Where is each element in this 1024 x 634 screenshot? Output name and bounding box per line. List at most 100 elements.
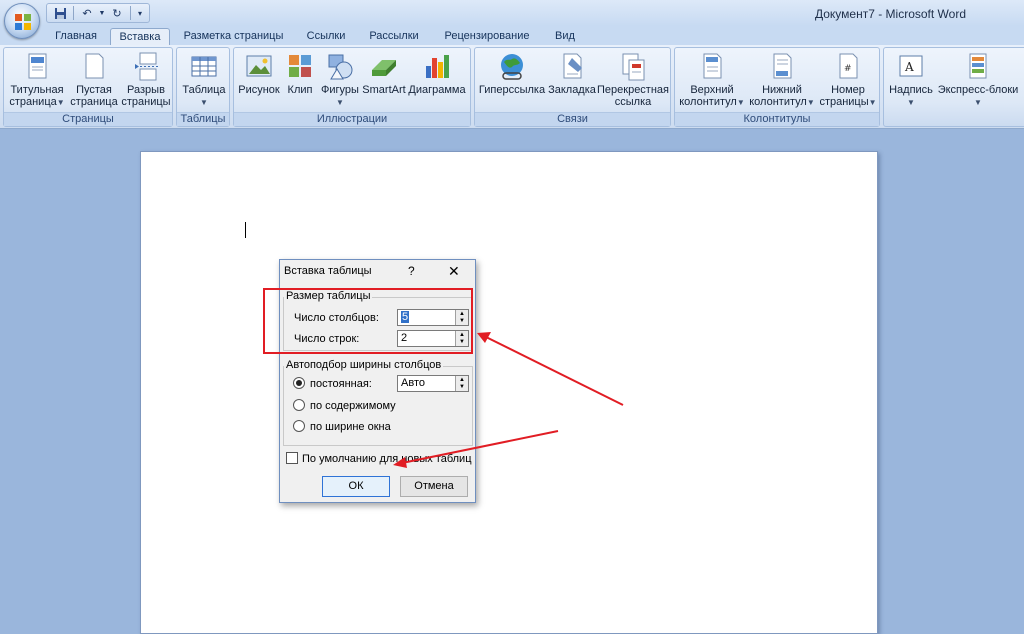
autofit-content-radio[interactable] [293, 399, 305, 411]
blank-page-icon [85, 53, 104, 79]
chart-button[interactable]: Диаграмма [406, 52, 468, 96]
chart-icon [426, 55, 449, 78]
fixed-width-spinbox[interactable]: Авто ▲ ▼ [397, 375, 469, 392]
dropdown-arrow-icon: ▼ [907, 98, 915, 107]
dropdown-arrow-icon: ▼ [336, 98, 344, 107]
header-icon [703, 53, 722, 79]
fixed-width-radio[interactable] [293, 377, 305, 389]
page-number-icon: # [839, 53, 858, 79]
dropdown-arrow-icon: ▼ [56, 98, 65, 107]
group-header-footer-label: Колонтитулы [675, 112, 879, 126]
close-icon[interactable]: ✕ [448, 263, 460, 280]
footer-icon [773, 53, 792, 79]
spin-down-icon[interactable]: ▼ [459, 384, 465, 390]
smartart-icon [372, 60, 396, 76]
default-for-new-tables-checkbox[interactable] [286, 452, 298, 464]
cross-reference-icon [622, 53, 645, 81]
cover-page-icon [28, 53, 47, 79]
ok-button[interactable]: ОК [322, 476, 390, 497]
ribbon: Титульная страница▼ Пустая страница Разр… [0, 45, 1024, 129]
autofit-window-label: по ширине окна [310, 421, 391, 433]
window-title: Документ7 - Microsoft Word [814, 7, 966, 21]
svg-text:A: A [904, 60, 914, 74]
blank-page-label-2: страница [70, 96, 118, 108]
cover-page-label-1: Титульная [10, 84, 64, 96]
page-break-button[interactable]: Разрыв страницы [120, 52, 172, 108]
table-button[interactable]: Таблица ▼ [179, 52, 229, 109]
fixed-width-label: постоянная: [310, 378, 372, 390]
clip-button[interactable]: Клип [282, 52, 318, 96]
hyperlink-button[interactable]: Гиперссылка [477, 52, 547, 96]
page-break-label-2: страницы [121, 96, 171, 108]
page-number-label-1: Номер [831, 84, 865, 96]
footer-label-2: колонтитул [749, 96, 807, 108]
picture-label: Рисунок [238, 84, 280, 96]
text-box-label: Надпись [889, 84, 933, 96]
group-tables-label: Таблицы [177, 112, 229, 126]
text-box-icon: A [899, 55, 923, 77]
clip-label: Клип [287, 84, 313, 96]
group-illustrations-label: Иллюстрации [234, 112, 470, 126]
picture-button[interactable]: Рисунок [236, 52, 282, 96]
text-box-button[interactable]: A Надпись ▼ [886, 52, 936, 109]
office-button[interactable] [4, 3, 40, 39]
shapes-icon [328, 54, 353, 80]
quick-parts-icon [969, 53, 987, 79]
dialog-title: Вставка таблицы [284, 265, 372, 277]
page-break-label-1: Разрыв [127, 84, 165, 96]
spin-up-icon[interactable]: ▲ [459, 377, 465, 383]
default-for-new-tables-label: По умолчанию для новых таблиц [302, 453, 472, 465]
title-bar: ↶ ▼ ↻ ▾ Документ7 - Microsoft Word [0, 0, 1024, 39]
footer-label-1: Нижний [762, 84, 802, 96]
header-label-1: Верхний [690, 84, 734, 96]
page-number-button[interactable]: # Номер страницы▼ [817, 52, 879, 109]
cover-page-label-2: страница [9, 96, 57, 108]
fixed-spin-arrows[interactable]: ▲ ▼ [455, 376, 468, 391]
dropdown-arrow-icon: ▼ [200, 98, 208, 107]
table-label: Таблица [182, 84, 226, 96]
annotation-highlight-box [263, 288, 473, 354]
bookmark-icon [563, 53, 582, 79]
dropdown-arrow-icon: ▼ [974, 98, 982, 107]
dropdown-arrow-icon: ▼ [736, 98, 745, 107]
page-break-icon [135, 52, 158, 81]
quick-parts-button[interactable]: Экспресс-блоки ▼ [936, 52, 1020, 109]
group-links: Гиперссылка Закладка Перекрестная ссылка… [474, 47, 671, 127]
dropdown-arrow-icon: ▼ [868, 98, 877, 107]
group-tables: Таблица ▼ Таблицы [176, 47, 230, 127]
smartart-label: SmartArt [362, 84, 406, 96]
chart-label: Диаграмма [408, 84, 466, 96]
bookmark-label: Закладка [548, 84, 596, 96]
ribbon-tab-row: Главная Вставка Разметка страницы Ссылки… [0, 26, 1024, 47]
cancel-button[interactable]: Отмена [400, 476, 468, 497]
group-links-label: Связи [475, 112, 670, 126]
page-number-label-2: страницы [819, 96, 869, 108]
cross-reference-label-2: ссылка [614, 96, 652, 108]
autofit-content-label: по содержимому [310, 400, 396, 412]
cover-page-button[interactable]: Титульная страница▼ [6, 52, 68, 109]
hyperlink-label: Гиперссылка [478, 84, 546, 96]
group-illustrations: Рисунок Клип Фигуры ▼ SmartArt Диаграмма… [233, 47, 471, 127]
group-pages: Титульная страница▼ Пустая страница Разр… [3, 47, 173, 127]
blank-page-label-1: Пустая [76, 84, 112, 96]
shapes-button[interactable]: Фигуры ▼ [318, 52, 362, 109]
header-button[interactable]: Верхний колонтитул▼ [677, 52, 747, 109]
document-page[interactable] [140, 151, 878, 634]
picture-icon [246, 55, 272, 77]
bookmark-button[interactable]: Закладка [547, 52, 597, 96]
cross-reference-button[interactable]: Перекрестная ссылка [597, 52, 669, 108]
group-pages-label: Страницы [4, 112, 172, 126]
autofit-window-radio[interactable] [293, 420, 305, 432]
header-label-2: колонтитул [679, 96, 737, 108]
quick-parts-label: Экспресс-блоки [937, 84, 1019, 96]
shapes-label: Фигуры [321, 84, 359, 96]
cross-reference-label-1: Перекрестная [597, 84, 669, 96]
group-header-footer: Верхний колонтитул▼ Нижний колонтитул▼ #… [674, 47, 880, 127]
svg-text:#: # [844, 64, 852, 74]
smartart-button[interactable]: SmartArt [362, 52, 406, 96]
autofit-legend: Автоподбор ширины столбцов [284, 359, 444, 371]
footer-button[interactable]: Нижний колонтитул▼ [747, 52, 817, 109]
text-cursor [245, 222, 246, 238]
blank-page-button[interactable]: Пустая страница [68, 52, 120, 108]
help-icon[interactable]: ? [408, 264, 415, 278]
